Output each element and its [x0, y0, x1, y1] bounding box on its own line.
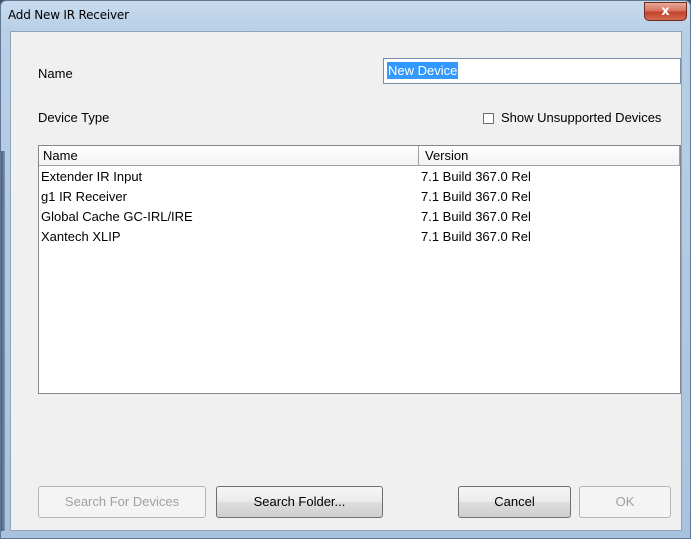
list-item[interactable]: g1 IR Receiver 7.1 Build 367.0 Rel — [39, 187, 680, 207]
device-name: Xantech XLIP — [41, 229, 121, 244]
window-title: Add New IR Receiver — [8, 8, 129, 22]
search-for-devices-button[interactable]: Search For Devices — [38, 486, 206, 518]
column-divider — [679, 146, 680, 166]
show-unsupported-label[interactable]: Show Unsupported Devices — [501, 110, 661, 125]
device-name: g1 IR Receiver — [41, 189, 127, 204]
dialog-body: Name New Device Device Type Show Unsuppo… — [10, 31, 682, 531]
device-version: 7.1 Build 367.0 Rel — [421, 229, 531, 244]
column-divider[interactable] — [418, 146, 419, 166]
name-label: Name — [38, 66, 73, 81]
device-version: 7.1 Build 367.0 Rel — [421, 189, 531, 204]
list-item[interactable]: Xantech XLIP 7.1 Build 367.0 Rel — [39, 227, 680, 247]
list-item[interactable]: Extender IR Input 7.1 Build 367.0 Rel — [39, 167, 680, 187]
device-name: Global Cache GC-IRL/IRE — [41, 209, 193, 224]
close-button[interactable]: x — [644, 2, 687, 21]
column-header-name[interactable]: Name — [43, 148, 78, 163]
name-field[interactable]: New Device — [383, 58, 681, 84]
dialog-window: Add New IR Receiver x Name New Device De… — [0, 0, 691, 539]
window-frame-edge — [1, 151, 5, 531]
title-bar[interactable]: Add New IR Receiver x — [1, 1, 690, 31]
device-version: 7.1 Build 367.0 Rel — [421, 169, 531, 184]
list-header: Name Version — [39, 146, 680, 166]
device-version: 7.1 Build 367.0 Rel — [421, 209, 531, 224]
column-header-version[interactable]: Version — [425, 148, 468, 163]
search-folder-button[interactable]: Search Folder... — [216, 486, 383, 518]
close-icon: x — [661, 4, 670, 19]
show-unsupported-checkbox[interactable] — [483, 113, 494, 124]
cancel-button[interactable]: Cancel — [458, 486, 571, 518]
name-field-selected-text: New Device — [387, 62, 459, 79]
device-type-label: Device Type — [38, 110, 110, 125]
device-name: Extender IR Input — [41, 169, 143, 184]
ok-button[interactable]: OK — [579, 486, 671, 518]
device-list[interactable]: Name Version Extender IR Input 7.1 Build… — [38, 145, 681, 394]
list-item[interactable]: Global Cache GC-IRL/IRE 7.1 Build 367.0 … — [39, 207, 680, 227]
